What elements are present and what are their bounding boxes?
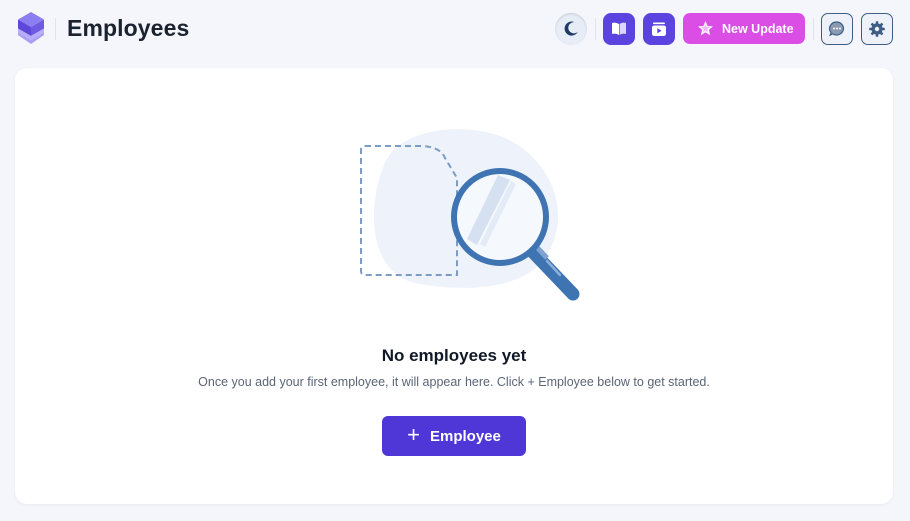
video-icon <box>652 22 666 36</box>
title-divider <box>55 18 56 40</box>
theme-toggle-button[interactable] <box>555 13 587 45</box>
sparkle-star-icon <box>698 21 713 36</box>
cube-logo-icon[interactable] <box>15 11 47 45</box>
plus-icon: + <box>407 421 420 447</box>
toolbar-divider-2 <box>813 18 814 40</box>
gear-icon <box>869 21 885 37</box>
moon-icon <box>564 21 578 36</box>
empty-state-description: Once you add your first employee, it wil… <box>198 375 710 389</box>
chat-bubble-icon <box>829 21 845 37</box>
chat-button[interactable] <box>821 13 853 45</box>
add-employee-label: Employee <box>429 427 501 445</box>
toolbar-divider <box>595 18 596 40</box>
empty-state-card: No employees yet Once you add your first… <box>15 68 893 504</box>
new-update-label: New Update <box>722 21 794 36</box>
add-employee-button[interactable]: + Employee <box>382 416 526 456</box>
video-button[interactable] <box>643 13 675 45</box>
settings-button[interactable] <box>861 13 893 45</box>
magnifying-glass-icon <box>360 129 580 301</box>
docs-button[interactable] <box>603 13 635 45</box>
empty-state-title: No employees yet <box>381 346 527 365</box>
new-update-button[interactable]: New Update <box>683 13 805 44</box>
book-icon <box>612 22 626 35</box>
page-title: Employees <box>67 15 190 41</box>
top-bar: Employees New Update <box>0 0 910 58</box>
